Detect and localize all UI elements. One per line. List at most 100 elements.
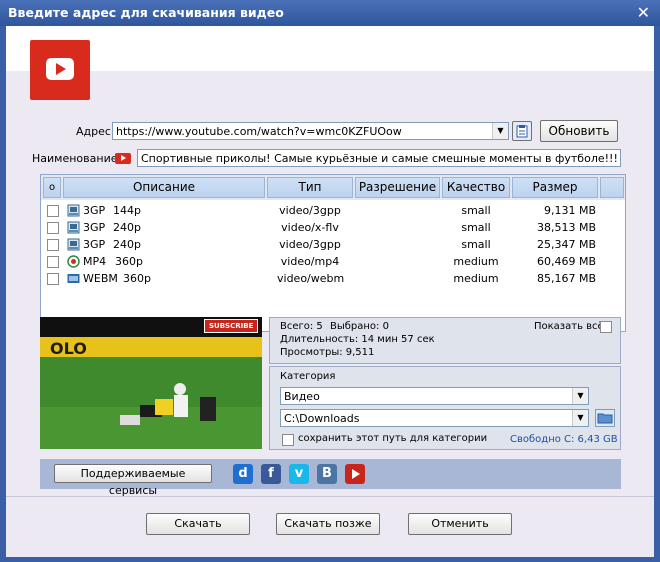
table-row[interactable]: WEBM 360p video/webm medium 85,167 МВ [41,270,627,287]
table-row[interactable]: MP4 360p video/mp4 medium 60,469 МВ [41,253,627,270]
window-title: Введите адрес для скачивания видео [8,5,284,20]
save-path-checkbox[interactable] [282,434,294,446]
chevron-down-icon[interactable]: ▼ [572,388,588,404]
selected-count: Выбрано: 0 [330,321,389,332]
browse-folder-button[interactable] [595,409,615,427]
title-bar: Введите адрес для скачивания видео ✕ [0,0,660,26]
webm-file-icon [67,274,80,283]
mp4-file-icon [67,255,80,268]
row-type: video/3gpp [279,204,341,217]
total-count: Всего: 5 [280,321,323,332]
folder-icon [597,413,613,424]
views: Просмотры: 9,511 [280,347,375,358]
row-quality: small [461,204,491,217]
row-size: 60,469 МВ [536,255,596,268]
row-type: video/3gpp [279,238,341,251]
col-extra [600,177,624,198]
3gp-file-icon [67,221,80,234]
download-button[interactable]: Скачать [146,513,250,535]
info-panel: Всего: 5 Выбрано: 0 Длительность: 14 мин… [269,317,621,364]
row-resolution: 240p [113,221,141,234]
row-size: 85,167 МВ [536,272,596,285]
client-area: Адрес https://www.youtube.com/watch?v=wm… [6,26,654,557]
close-button[interactable]: ✕ [637,3,650,22]
facebook-icon[interactable]: f [261,464,281,484]
header-banner [6,26,654,71]
stadium-banner-text: OLO [50,339,87,358]
row-format: MP4 [83,255,107,268]
category-title: Категория [280,371,336,382]
col-quality[interactable]: Качество [442,177,510,198]
url-label: Адрес [76,125,111,138]
row-quality: medium [453,272,499,285]
clipboard-icon [516,125,528,138]
chevron-down-icon[interactable]: ▼ [572,410,588,426]
category-panel: Категория Видео ▼ C:\Downloads ▼ сохрани… [269,366,621,450]
vimeo-icon[interactable]: v [289,464,309,484]
col-description[interactable]: Описание [63,177,265,198]
row-format: 3GP [83,238,106,251]
name-label: Наименование [32,152,118,165]
row-resolution: 240p [113,238,141,251]
col-resolution[interactable]: Разрешение [355,177,440,198]
3gp-file-icon [67,204,80,217]
url-value: https://www.youtube.com/watch?v=wmc0KZFU… [116,125,402,138]
table-row[interactable]: 3GP 240p video/x-flv small 38,513 МВ [41,219,627,236]
download-dialog: Введите адрес для скачивания видео ✕ Адр… [0,0,660,562]
table-header: о Описание Тип Разрешение Качество Разме… [41,175,625,200]
subscribe-badge: SUBSCRIBE [204,319,259,333]
row-checkbox[interactable] [47,256,59,268]
footer: Скачать Скачать позже Отменить [6,496,654,557]
paste-button[interactable] [512,121,532,141]
cancel-button[interactable]: Отменить [408,513,512,535]
name-input[interactable]: Спортивные приколы! Самые курьёзные и са… [137,149,621,167]
thumbnail-image [40,317,262,449]
row-resolution: 144p [113,204,141,217]
formats-table: о Описание Тип Разрешение Качество Разме… [40,174,626,332]
table-row[interactable]: 3GP 240p video/3gpp small 25,347 МВ [41,236,627,253]
row-type: video/webm [277,272,345,285]
supported-services-button[interactable]: Поддерживаемые сервисы [54,464,212,497]
row-checkbox[interactable] [47,205,59,217]
row-checkbox[interactable] [47,273,59,285]
category-value: Видео [284,390,320,403]
row-resolution: 360p [115,255,143,268]
row-size: 38,513 МВ [536,221,596,234]
row-format: 3GP [83,221,106,234]
duration: Длительность: 14 мин 57 сек [280,334,435,345]
col-size[interactable]: Размер [512,177,598,198]
dailymotion-icon[interactable]: d [233,464,253,484]
3gp-file-icon [67,238,80,251]
row-size: 9,131 МВ [543,204,596,217]
row-quality: small [461,221,491,234]
row-type: video/x-flv [281,221,339,234]
chevron-down-icon[interactable]: ▼ [492,123,508,139]
services-bar: Поддерживаемые сервисы d f v B [40,459,621,497]
url-input[interactable]: https://www.youtube.com/watch?v=wmc0KZFU… [112,122,509,140]
free-space: Свободно С: 6,43 GB [510,434,618,445]
vk-icon[interactable]: B [317,464,337,484]
row-format: 3GP [83,204,106,217]
video-thumbnail[interactable]: OLO SUBSCRIBE [40,317,262,449]
category-select[interactable]: Видео ▼ [280,387,589,405]
save-path-label: сохранить этот путь для категории [298,433,488,444]
col-select[interactable]: о [43,177,61,198]
youtube-icon [115,153,131,164]
row-resolution: 360p [123,272,151,285]
row-quality: small [461,238,491,251]
row-checkbox[interactable] [47,239,59,251]
download-later-button[interactable]: Скачать позже [276,513,380,535]
col-type[interactable]: Тип [267,177,353,198]
row-format: WEBM [83,272,118,285]
path-value: C:\Downloads [284,412,360,425]
row-checkbox[interactable] [47,222,59,234]
path-select[interactable]: C:\Downloads ▼ [280,409,589,427]
row-quality: medium [453,255,499,268]
show-all-label: Показать всё [534,321,604,332]
show-all-checkbox[interactable] [600,321,612,333]
play-icon [46,58,74,80]
refresh-button[interactable]: Обновить [540,120,618,142]
app-logo [30,40,90,100]
youtube-service-icon[interactable] [345,464,365,484]
table-row[interactable]: 3GP 144p video/3gpp small 9,131 МВ [41,202,627,219]
